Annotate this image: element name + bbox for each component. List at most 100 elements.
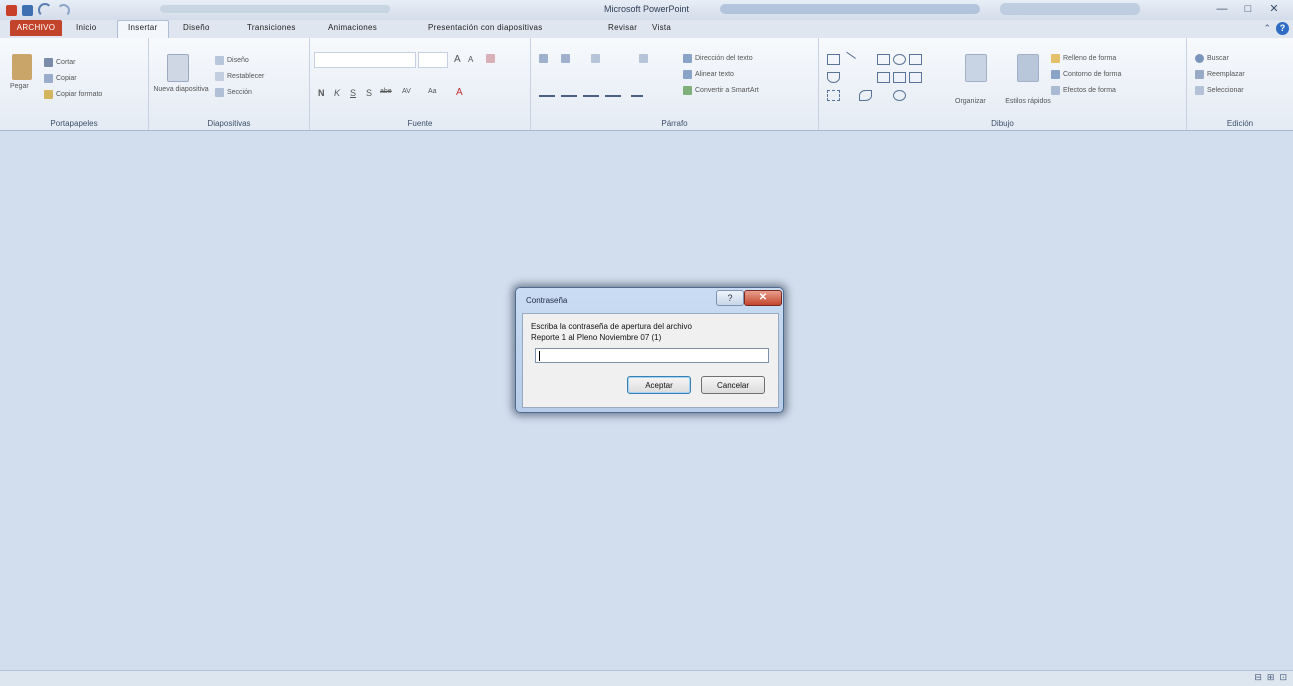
dialog-close-button[interactable]: ✕: [744, 290, 782, 306]
numbering-icon[interactable]: [561, 54, 570, 63]
cut-button[interactable]: Cortar: [44, 58, 75, 67]
change-case-button[interactable]: Aa: [428, 88, 437, 95]
group-label: Portapapeles: [50, 119, 98, 128]
tab-animaciones[interactable]: Animaciones: [328, 23, 377, 32]
normal-view-icon[interactable]: ⊟: [1254, 672, 1262, 683]
copy-icon: [44, 74, 53, 83]
quick-styles-button[interactable]: Estilos rápidos: [1003, 98, 1053, 105]
help-icon[interactable]: ?: [1276, 22, 1289, 35]
close-window-button[interactable]: ✕: [1261, 0, 1287, 18]
grow-font-icon[interactable]: A: [454, 54, 461, 65]
find-button[interactable]: Buscar: [1195, 54, 1229, 63]
new-slide-icon[interactable]: [167, 54, 189, 82]
underline-button[interactable]: S: [350, 88, 356, 98]
slide-sorter-icon[interactable]: ⊞: [1267, 672, 1275, 683]
tab-vista[interactable]: Vista: [652, 23, 671, 32]
font-size-select[interactable]: [418, 52, 448, 68]
align-center-icon[interactable]: [561, 95, 577, 97]
char-spacing-button[interactable]: AV: [402, 88, 411, 95]
tab-inicio[interactable]: Inicio: [76, 23, 96, 32]
italic-button[interactable]: K: [334, 88, 340, 98]
cursor-icon: [1195, 86, 1204, 95]
tab-insertar[interactable]: Insertar: [128, 23, 158, 32]
callout-shape-icon[interactable]: [909, 72, 922, 83]
tab-revisar[interactable]: Revisar: [608, 23, 637, 32]
indent-arrows-icon: [591, 54, 600, 63]
align-text-button[interactable]: Alinear texto: [683, 70, 734, 79]
cancel-button[interactable]: Cancelar: [701, 376, 765, 394]
shape-effects-button[interactable]: Efectos de forma: [1051, 86, 1116, 95]
tab-diseno[interactable]: Diseño: [183, 23, 210, 32]
paste-icon[interactable]: [12, 54, 32, 80]
password-field[interactable]: [535, 348, 769, 363]
tab-transiciones[interactable]: Transiciones: [247, 23, 296, 32]
minimize-button[interactable]: —: [1209, 0, 1235, 18]
group-diapositivas: Nueva diapositiva Diseño Restablecer Sec…: [149, 38, 310, 130]
align-left-icon[interactable]: [539, 95, 555, 97]
brace-shape-icon[interactable]: [827, 90, 840, 101]
quick-styles-icon[interactable]: [1017, 54, 1039, 82]
bold-button[interactable]: N: [318, 88, 325, 98]
copy-button[interactable]: Copiar: [44, 74, 77, 83]
layout-button[interactable]: Diseño: [215, 56, 249, 65]
select-button[interactable]: Seleccionar: [1195, 86, 1244, 95]
password-dialog: Contraseña ? ✕ Escriba la contraseña de …: [515, 287, 784, 413]
fill-bucket-icon: [1051, 54, 1060, 63]
format-painter-button[interactable]: Copiar formato: [44, 90, 102, 99]
replace-button[interactable]: Reemplazar: [1195, 70, 1245, 79]
shape-outline-button[interactable]: Contorno de forma: [1051, 70, 1121, 79]
section-button[interactable]: Sección: [215, 88, 252, 97]
strikethrough-button[interactable]: abe: [380, 88, 392, 95]
shape-fill-button[interactable]: Relleno de forma: [1051, 54, 1116, 63]
smiley-shape-icon[interactable]: [893, 90, 906, 101]
smartart-button[interactable]: Convertir a SmartArt: [683, 86, 759, 95]
paste-button[interactable]: Pegar: [10, 83, 29, 90]
layout-icon: [215, 56, 224, 65]
rectangle-shape-icon[interactable]: [877, 54, 890, 65]
triangle-shape-icon[interactable]: [827, 72, 840, 83]
font-name-select[interactable]: [314, 52, 416, 68]
shadow-button[interactable]: S: [366, 88, 372, 98]
tab-archivo[interactable]: ARCHIVO: [10, 20, 62, 36]
line-shape-icon[interactable]: [841, 51, 856, 67]
minimize-ribbon-icon[interactable]: ⌃: [1263, 23, 1271, 34]
reset-button[interactable]: Restablecer: [215, 72, 264, 81]
window-controls: — □ ✕: [1209, 0, 1287, 18]
text-direction-button[interactable]: Dirección del texto: [683, 54, 753, 63]
arrow-shape-icon[interactable]: [877, 72, 890, 83]
tab-presentacion[interactable]: Presentación con diapositivas: [428, 23, 543, 32]
text-cursor: [539, 351, 540, 361]
new-slide-button[interactable]: Nueva diapositiva: [153, 86, 209, 93]
prompt-line-2: Reporte 1 al Pleno Noviembre 07 (1): [531, 333, 662, 342]
align-right-icon[interactable]: [583, 95, 599, 97]
shrink-font-icon[interactable]: A: [468, 55, 473, 64]
font-color-button[interactable]: A: [456, 87, 463, 98]
group-dibujo: Organizar Estilos rápidos Relleno de for…: [819, 38, 1187, 130]
rounded-rect-shape-icon[interactable]: [909, 54, 922, 65]
columns-icon[interactable]: [631, 95, 643, 97]
indent-icon[interactable]: [591, 54, 600, 63]
dialog-help-button[interactable]: ?: [716, 290, 744, 306]
dialog-title: Contraseña: [526, 296, 568, 305]
numbered-list-icon: [561, 54, 570, 63]
brush-icon: [44, 90, 53, 99]
star-shape-icon[interactable]: [893, 72, 906, 83]
arrange-icon[interactable]: [965, 54, 987, 82]
effects-icon: [1051, 86, 1060, 95]
section-icon: [215, 88, 224, 97]
view-buttons: ⊟ ⊞ ⊡: [1254, 672, 1287, 683]
oval-shape-icon[interactable]: [893, 54, 906, 65]
justify-icon[interactable]: [605, 95, 621, 97]
textbox-shape-icon[interactable]: [827, 54, 840, 65]
group-label: Dibujo: [991, 119, 1014, 128]
title-bar: Microsoft PowerPoint — □ ✕: [0, 0, 1293, 20]
maximize-button[interactable]: □: [1235, 0, 1261, 18]
group-portapapeles: Pegar Cortar Copiar Copiar formato Porta…: [0, 38, 149, 130]
accept-button[interactable]: Aceptar: [627, 376, 691, 394]
bullets-icon[interactable]: [539, 54, 548, 63]
arrange-button[interactable]: Organizar: [955, 98, 986, 105]
reading-view-icon[interactable]: ⊡: [1279, 672, 1287, 683]
curve-shape-icon[interactable]: [859, 90, 872, 101]
clear-format-icon[interactable]: [486, 54, 495, 63]
line-spacing-icon[interactable]: [639, 54, 648, 63]
